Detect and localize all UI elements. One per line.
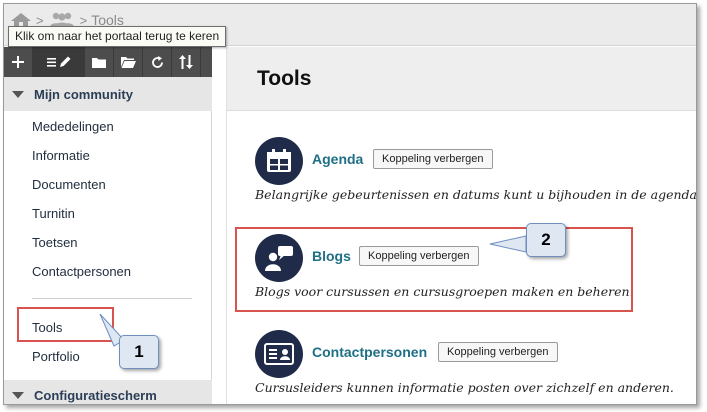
sidebar-item-documenten[interactable]: Documenten (32, 177, 106, 192)
sidebar-item-portfolio[interactable]: Portfolio (32, 349, 80, 364)
section-mijn-community[interactable]: Mijn community (4, 77, 212, 111)
contact-card-icon (255, 330, 303, 378)
folder-icon[interactable] (85, 47, 114, 77)
section-title: Mijn community (34, 86, 133, 102)
tool-description: Belangrijke gebeurtenissen en datums kun… (255, 187, 697, 202)
collapse-triangle-icon[interactable] (12, 90, 24, 98)
page-title: Tools (257, 67, 312, 90)
section-title: Configuratiescherm (34, 387, 157, 403)
callout-1: 1 (119, 335, 159, 369)
portal-tooltip: Klik om naar het portaal terug te keren (8, 26, 227, 47)
callout-2: 2 (526, 223, 566, 257)
collapse-triangle-icon[interactable] (12, 391, 24, 399)
menu-divider (32, 298, 192, 299)
folder-open-icon[interactable] (114, 47, 143, 77)
page-header: Tools (227, 47, 696, 111)
callout-pointer (489, 235, 527, 253)
tool-description: Cursusleiders kunnen informatie posten o… (255, 380, 674, 395)
sidebar-item-toetsen[interactable]: Toetsen (32, 235, 78, 250)
sidebar-item-contactpersonen[interactable]: Contactpersonen (32, 264, 131, 279)
sidebar-item-turnitin[interactable]: Turnitin (32, 206, 75, 221)
sort-icon[interactable] (172, 47, 201, 77)
sidebar-item-mededelingen[interactable]: Mededelingen (32, 119, 114, 134)
tool-agenda: Agenda Koppeling verbergen Belangrijke g… (255, 137, 697, 207)
highlight-blogs-box (235, 227, 633, 312)
sidebar-item-informatie[interactable]: Informatie (32, 148, 90, 163)
plus-icon[interactable] (4, 47, 33, 77)
menu-toolbar (4, 47, 212, 77)
tool-name-link[interactable]: Agenda (312, 151, 363, 167)
edit-list-icon[interactable] (33, 47, 85, 77)
hide-link-button[interactable]: Koppeling verbergen (373, 149, 493, 169)
section-configuratiescherm[interactable]: Configuratiescherm (4, 380, 212, 404)
hide-link-button[interactable]: Koppeling verbergen (438, 342, 558, 362)
tool-contactpersonen: Contactpersonen Koppeling verbergen Curs… (255, 330, 695, 400)
tool-name-link[interactable]: Contactpersonen (312, 344, 427, 360)
content-area: Tools Agenda Koppeling verbergen Belangr… (226, 47, 697, 404)
calendar-icon (255, 137, 303, 185)
refresh-icon[interactable] (143, 47, 172, 77)
